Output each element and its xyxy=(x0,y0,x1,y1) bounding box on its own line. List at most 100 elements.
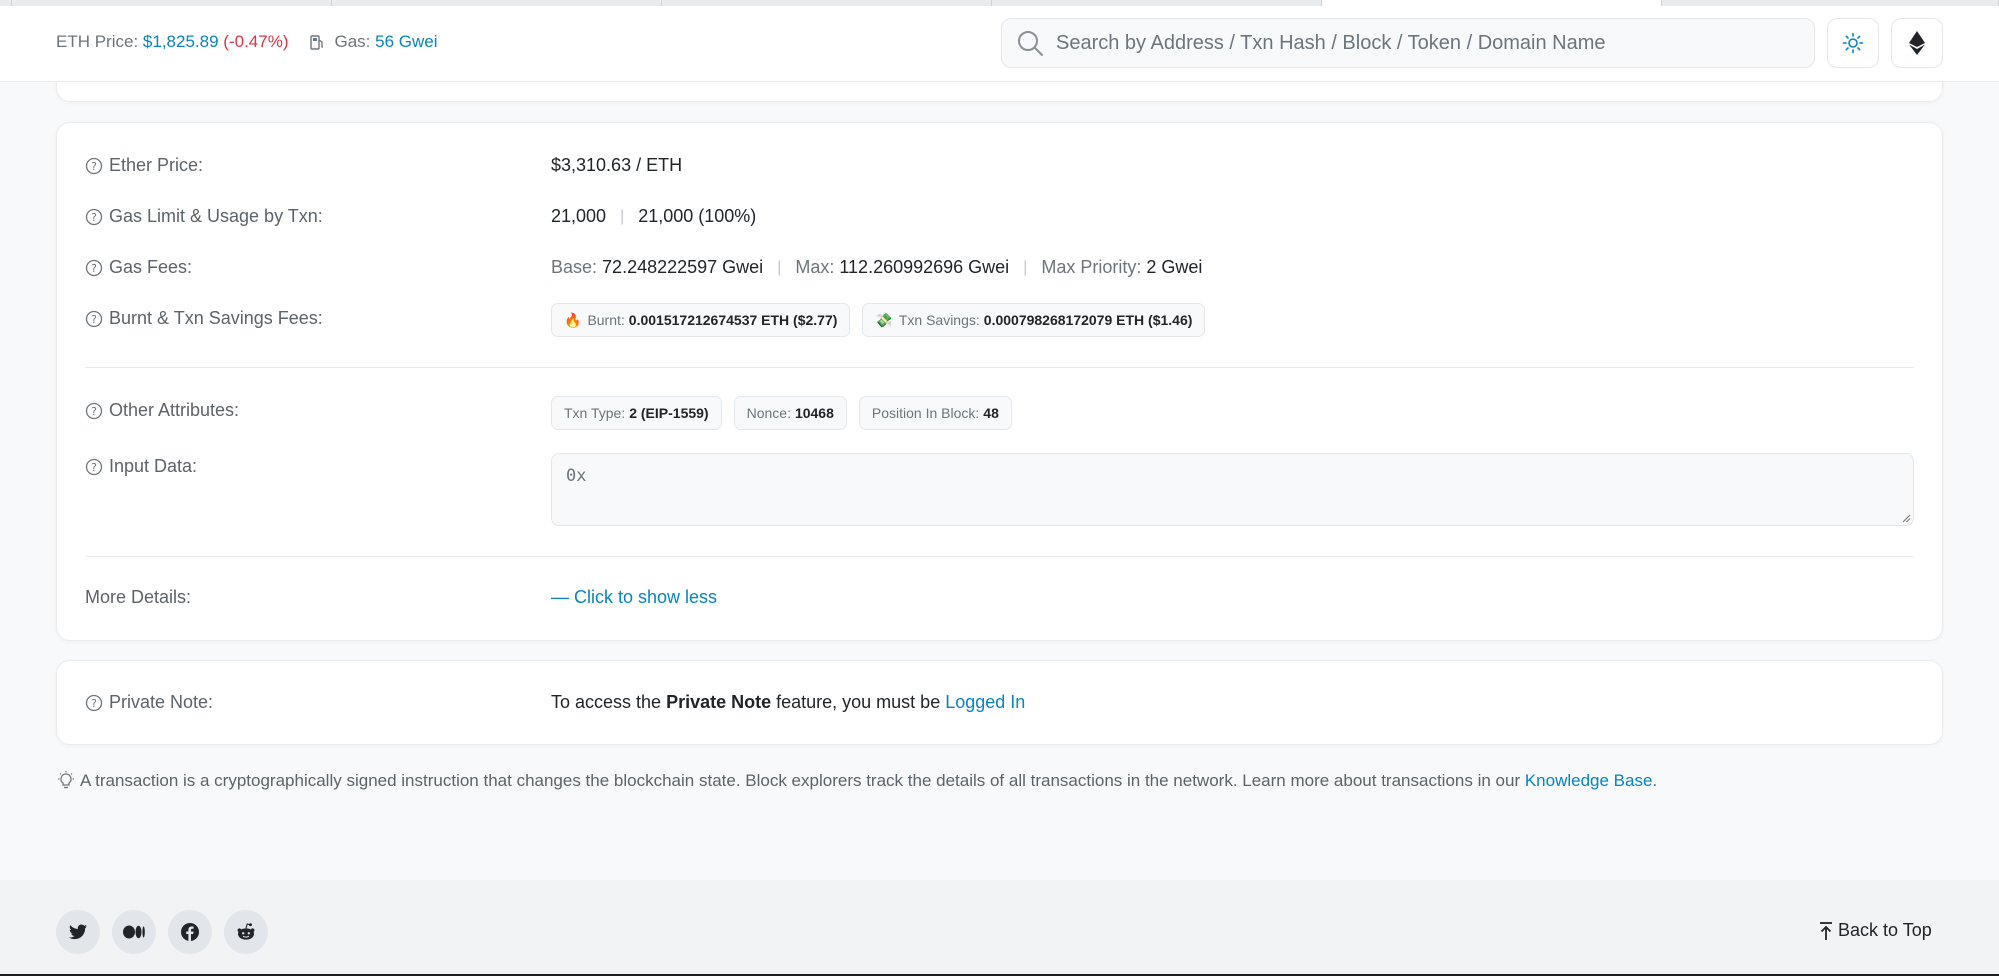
row-gas-limit: ? Gas Limit & Usage by Txn: 21,000 | 21,… xyxy=(85,206,756,227)
footer: Back to Top xyxy=(0,880,1999,976)
question-circle-icon[interactable]: ? xyxy=(85,402,103,420)
top-bar: ETH Price: $1,825.89 (-0.47%) Gas: 56 Gw… xyxy=(0,6,1999,82)
arrow-up-bar-icon xyxy=(1820,921,1832,940)
input-data-textarea[interactable]: 0x xyxy=(551,453,1914,526)
lightbulb-icon xyxy=(58,771,74,789)
max-fee-label: Max: xyxy=(795,257,835,277)
theme-toggle-button[interactable] xyxy=(1827,18,1879,68)
input-data-label-wrap: ? Input Data: xyxy=(85,456,551,477)
position-value: 48 xyxy=(983,405,999,421)
question-circle-icon[interactable]: ? xyxy=(85,259,103,277)
row-input-data: ? Input Data: xyxy=(85,456,551,477)
search-input[interactable]: Search by Address / Txn Hash / Block / T… xyxy=(1001,18,1815,68)
savings-value: 0.000798268172079 ETH ($1.46) xyxy=(983,312,1193,328)
info-end: . xyxy=(1652,771,1658,790)
eth-price-info: ETH Price: $1,825.89 (-0.47%) Gas: 56 Gw… xyxy=(56,32,438,52)
facebook-icon xyxy=(181,923,199,941)
separator: | xyxy=(620,207,625,225)
question-circle-icon[interactable]: ? xyxy=(85,310,103,328)
gas-value[interactable]: 56 Gwei xyxy=(375,32,437,52)
svg-text:?: ? xyxy=(91,313,97,326)
transaction-details-card: ? Ether Price: $3,310.63 / ETH ? Gas Lim… xyxy=(56,122,1943,641)
facebook-button[interactable] xyxy=(168,910,212,954)
gas-limit-value: 21,000 xyxy=(551,206,607,226)
burnt-label: Burnt: xyxy=(587,312,625,328)
gas-limit-label-wrap: ? Gas Limit & Usage by Txn: xyxy=(85,206,551,227)
section-divider xyxy=(85,367,1914,368)
position-badge: Position In Block: 48 xyxy=(858,396,1012,430)
twitter-button[interactable] xyxy=(56,910,100,954)
svg-text:?: ? xyxy=(91,262,97,275)
svg-text:?: ? xyxy=(91,697,97,710)
row-more-details: More Details: — Click to show less xyxy=(85,587,717,608)
private-note-bold: Private Note xyxy=(666,692,772,712)
row-private-note: ? Private Note: To access the Private No… xyxy=(85,692,1025,713)
back-to-top-button[interactable]: Back to Top xyxy=(1818,920,1932,941)
section-divider xyxy=(85,556,1914,557)
question-circle-icon[interactable]: ? xyxy=(85,458,103,476)
back-to-top-label: Back to Top xyxy=(1838,920,1932,940)
private-note-card: ? Private Note: To access the Private No… xyxy=(56,660,1943,745)
max-priority-value: 2 Gwei xyxy=(1146,257,1203,277)
network-selector-button[interactable] xyxy=(1891,18,1943,68)
ether-price-label: Ether Price: xyxy=(109,155,204,175)
private-note-label: Private Note: xyxy=(109,692,214,712)
search-placeholder: Search by Address / Txn Hash / Block / T… xyxy=(1056,31,1606,54)
row-ether-price: ? Ether Price: $3,310.63 / ETH xyxy=(85,155,682,176)
private-note-text-2: feature, you must be xyxy=(771,692,946,712)
row-gas-fees: ? Gas Fees: Base: 72.248222597 Gwei | Ma… xyxy=(85,257,1202,278)
gas-usage-value: 21,000 (100%) xyxy=(638,206,757,226)
row-other-attributes: ? Other Attributes: Txn Type: 2 (EIP-155… xyxy=(85,396,1024,430)
more-details-label: More Details: xyxy=(85,587,192,607)
question-circle-icon[interactable]: ? xyxy=(85,157,103,175)
gas-fees-label-wrap: ? Gas Fees: xyxy=(85,257,551,278)
separator: | xyxy=(1023,258,1028,276)
nonce-label: Nonce: xyxy=(746,405,791,421)
base-fee-label: Base: xyxy=(551,257,598,277)
eth-price-change: (-0.47%) xyxy=(223,32,289,51)
info-text: A transaction is a cryptographically sig… xyxy=(80,771,1525,790)
savings-label: Txn Savings: xyxy=(898,312,980,328)
svg-text:?: ? xyxy=(91,461,97,474)
row-burnt-savings: ? Burnt & Txn Savings Fees: 🔥 Burnt: 0.0… xyxy=(85,303,1217,337)
input-data-label: Input Data: xyxy=(109,456,198,476)
question-circle-icon[interactable]: ? xyxy=(85,208,103,226)
max-fee-value: 112.260992696 Gwei xyxy=(839,257,1010,277)
sun-icon xyxy=(1842,32,1864,54)
txn-type-value: 2 (EIP-1559) xyxy=(629,405,709,421)
gas-pump-icon xyxy=(310,35,324,50)
other-attributes-label-wrap: ? Other Attributes: xyxy=(85,396,551,421)
svg-text:?: ? xyxy=(91,211,97,224)
burnt-value: 0.001517212674537 ETH ($2.77) xyxy=(628,312,838,328)
show-less-link[interactable]: — Click to show less xyxy=(551,587,717,608)
burnt-fee-badge: 🔥 Burnt: 0.001517212674537 ETH ($2.77) xyxy=(551,303,851,337)
ethereum-icon xyxy=(1909,31,1925,55)
ether-price-label-wrap: ? Ether Price: xyxy=(85,155,551,176)
nonce-value: 10468 xyxy=(794,405,834,421)
reddit-icon xyxy=(237,923,255,940)
reddit-button[interactable] xyxy=(224,910,268,954)
max-priority-label: Max Priority: xyxy=(1041,257,1142,277)
burnt-savings-label: Burnt & Txn Savings Fees: xyxy=(109,308,323,328)
svg-text:?: ? xyxy=(91,405,97,418)
knowledge-base-link[interactable]: Knowledge Base xyxy=(1525,771,1653,791)
txn-type-label: Txn Type: xyxy=(564,405,626,421)
gas-limit-label: Gas Limit & Usage by Txn: xyxy=(109,206,323,226)
eth-price-label: ETH Price: xyxy=(56,32,139,51)
private-note-label-wrap: ? Private Note: xyxy=(85,692,551,713)
position-label: Position In Block: xyxy=(871,405,980,421)
money-icon: 💸 xyxy=(875,311,893,328)
nonce-badge: Nonce: 10468 xyxy=(733,396,847,430)
question-circle-icon[interactable]: ? xyxy=(85,694,103,712)
fire-icon: 🔥 xyxy=(564,311,582,328)
eth-price-value[interactable]: $1,825.89 xyxy=(143,32,219,52)
base-fee-value: 72.248222597 Gwei xyxy=(602,257,764,277)
medium-button[interactable] xyxy=(112,910,156,954)
logged-in-link[interactable]: Logged In xyxy=(945,692,1025,713)
svg-text:?: ? xyxy=(91,160,97,173)
separator: | xyxy=(777,258,782,276)
gas-fees-label: Gas Fees: xyxy=(109,257,193,277)
search-icon xyxy=(1018,31,1043,56)
info-line: A transaction is a cryptographically sig… xyxy=(56,771,1657,791)
resize-handle-icon[interactable] xyxy=(1901,513,1911,523)
